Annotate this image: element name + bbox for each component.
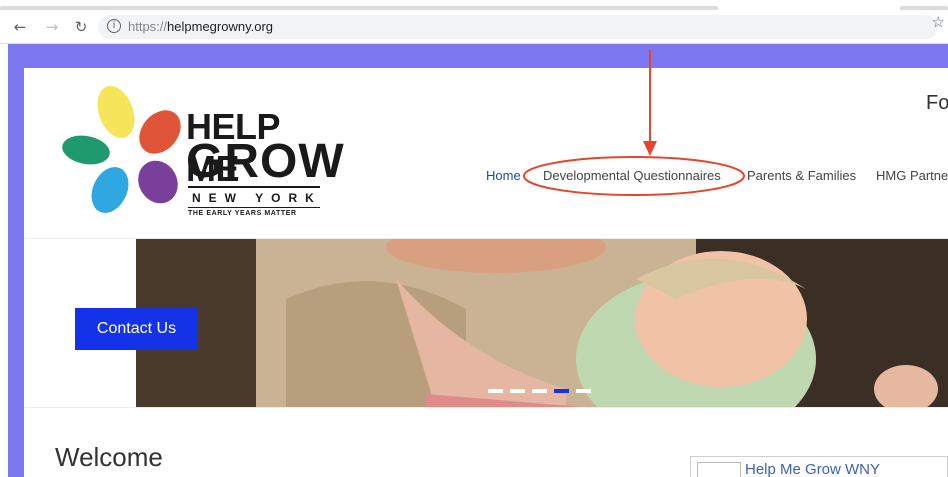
petal-blue bbox=[91, 167, 129, 213]
widget-title-link[interactable]: Help Me Grow WNY bbox=[745, 461, 880, 477]
slider-dot[interactable] bbox=[488, 389, 503, 393]
logo-rule bbox=[188, 186, 320, 188]
url-text[interactable]: https://helpmegrowny.org bbox=[128, 19, 273, 34]
star-icon[interactable]: ☆ bbox=[932, 13, 945, 31]
slider-dot[interactable] bbox=[576, 389, 591, 393]
flower-logo-icon bbox=[62, 85, 181, 213]
info-icon[interactable]: i bbox=[107, 19, 121, 33]
site-logo[interactable]: HELP ME GROW NEW YORK THE EARLY YEARS MA… bbox=[62, 85, 344, 221]
url-host: helpmegrowny.org bbox=[167, 19, 274, 34]
petal-yellow bbox=[97, 85, 135, 139]
logo-rule bbox=[188, 207, 320, 208]
address-bar[interactable]: i https://helpmegrowny.org bbox=[98, 15, 938, 39]
tab-strip bbox=[0, 0, 948, 10]
nav-item-parents-families[interactable]: Parents & Families bbox=[747, 168, 856, 183]
petal-purple bbox=[138, 160, 178, 204]
nav-item-home[interactable]: Home bbox=[486, 168, 521, 183]
petal-orange bbox=[139, 110, 181, 154]
nav-item-developmental-questionnaires[interactable]: Developmental Questionnaires bbox=[543, 168, 721, 183]
site-container: HELP ME GROW NEW YORK THE EARLY YEARS MA… bbox=[24, 68, 948, 477]
slider-dot[interactable] bbox=[510, 389, 525, 393]
logo-tagline: THE EARLY YEARS MATTER bbox=[188, 210, 297, 217]
widget-thumbnail[interactable] bbox=[697, 462, 741, 477]
logo-line-3: NEW YORK bbox=[192, 191, 322, 205]
slider-dot[interactable] bbox=[532, 389, 547, 393]
reload-icon[interactable]: ↻ bbox=[71, 17, 91, 37]
contact-us-button[interactable]: Contact Us bbox=[75, 308, 198, 350]
header-partial-text[interactable]: Fo bbox=[926, 92, 948, 115]
welcome-heading: Welcome bbox=[55, 442, 163, 472]
url-scheme: https:// bbox=[128, 19, 168, 34]
arrow-right-icon[interactable]: → bbox=[42, 17, 62, 37]
hero-slider: Contact Us bbox=[24, 238, 948, 408]
sidebar-widget: Help Me Grow WNY bbox=[690, 456, 948, 477]
hero-photo bbox=[136, 239, 948, 407]
arrow-left-icon[interactable]: ← bbox=[10, 17, 30, 37]
nav-item-hmg-partners[interactable]: HMG Partne bbox=[876, 168, 948, 183]
browser-toolbar: ← → ↻ i https://helpmegrowny.org ☆ bbox=[0, 10, 948, 44]
logo-line-2: GROW bbox=[186, 135, 345, 188]
petal-green bbox=[62, 135, 110, 165]
slider-dot-active[interactable] bbox=[554, 389, 569, 393]
